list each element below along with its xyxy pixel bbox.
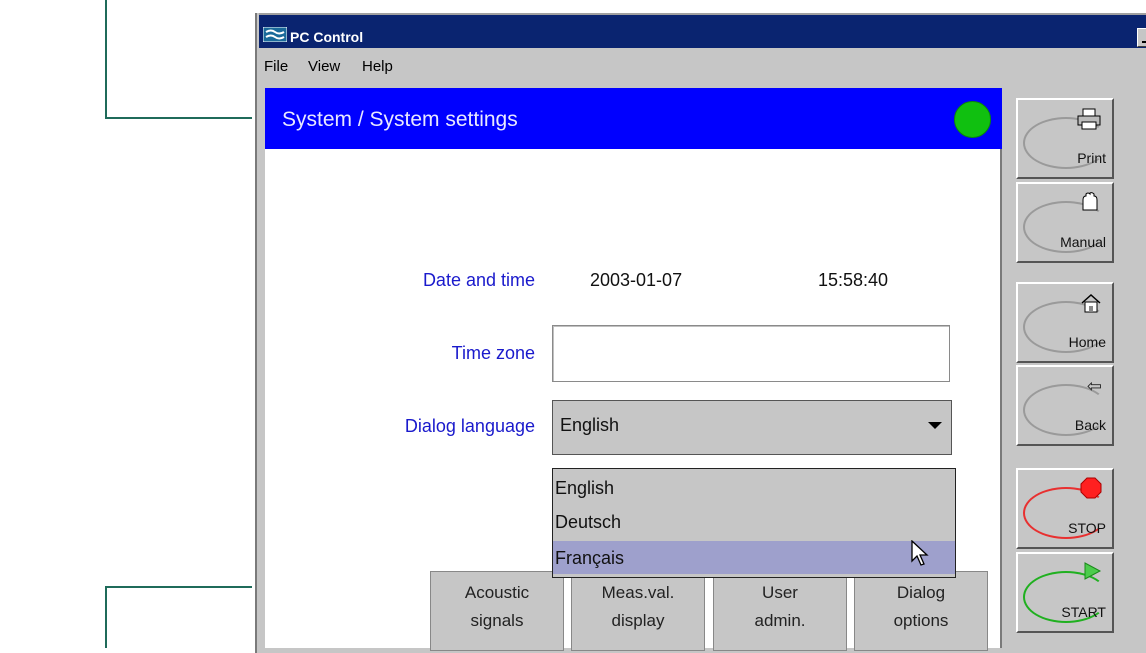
acoustic-signals-line1: Acoustic bbox=[464, 583, 530, 602]
meas-val-display-line1: Meas.val. bbox=[601, 583, 675, 602]
dialog-options-line1: Dialog bbox=[896, 583, 946, 602]
mouse-cursor-icon bbox=[911, 540, 929, 566]
window-title: PC Control bbox=[290, 29, 364, 45]
user-admin-button[interactable]: User admin. bbox=[713, 571, 847, 651]
acoustic-signals-button[interactable]: Acoustic signals bbox=[430, 571, 564, 651]
time-zone-label: Time zone bbox=[451, 343, 535, 363]
dialog-language-label: Dialog language bbox=[404, 416, 535, 436]
language-option-deutsch[interactable]: Deutsch bbox=[553, 505, 955, 538]
language-option-english[interactable]: English bbox=[553, 471, 955, 504]
menu-file[interactable]: File bbox=[264, 58, 288, 75]
meas-val-display-line2: display bbox=[611, 611, 665, 630]
date-value: 2003-01-07 bbox=[590, 270, 683, 290]
home-icon bbox=[1081, 293, 1101, 313]
menu-view[interactable]: View bbox=[308, 58, 340, 75]
start-label: START bbox=[1061, 604, 1106, 620]
user-admin-line2: admin. bbox=[754, 611, 806, 630]
back-button[interactable]: ⇦ Back bbox=[1016, 365, 1114, 446]
start-button[interactable]: START bbox=[1016, 552, 1114, 633]
dialog-options-line2: options bbox=[893, 611, 949, 630]
print-button[interactable]: Print bbox=[1016, 98, 1114, 179]
hand-icon bbox=[1082, 192, 1098, 211]
stop-label: STOP bbox=[1068, 520, 1106, 536]
home-label: Home bbox=[1068, 334, 1106, 350]
language-option-francais[interactable]: Français bbox=[553, 541, 955, 574]
minimize-button[interactable] bbox=[1137, 28, 1146, 47]
stop-icon bbox=[1080, 477, 1102, 499]
dialog-language-select[interactable]: English bbox=[552, 400, 952, 455]
home-button[interactable]: Home bbox=[1016, 282, 1114, 363]
callout-line-bottom bbox=[105, 586, 252, 648]
time-value: 15:58:40 bbox=[818, 270, 889, 290]
main-panel: System / System settings Date and time 2… bbox=[265, 88, 1002, 651]
date-time-label: Date and time bbox=[422, 270, 535, 290]
back-label: Back bbox=[1074, 417, 1106, 433]
callout-line-top bbox=[105, 0, 252, 119]
time-zone-input[interactable] bbox=[552, 325, 950, 382]
sidebar: Print Manual Home ⇦ Back STOP START bbox=[1007, 88, 1117, 648]
language-dropdown-list: English Deutsch Français bbox=[552, 468, 956, 578]
app-window: PC Control File View Help System / Syste… bbox=[255, 13, 1146, 653]
manual-button[interactable]: Manual bbox=[1016, 182, 1114, 263]
menu-bar: File View Help bbox=[259, 48, 1146, 88]
printer-icon bbox=[1077, 108, 1101, 130]
print-label: Print bbox=[1077, 150, 1106, 166]
manual-label: Manual bbox=[1060, 234, 1106, 250]
meas-val-display-button[interactable]: Meas.val. display bbox=[571, 571, 705, 651]
dialog-options-button[interactable]: Dialog options bbox=[854, 571, 988, 651]
dropdown-arrow-icon[interactable] bbox=[928, 422, 942, 429]
page-header: System / System settings bbox=[265, 88, 1002, 149]
play-icon bbox=[1084, 562, 1102, 580]
title-bar: PC Control bbox=[259, 13, 1146, 48]
stop-button[interactable]: STOP bbox=[1016, 468, 1114, 549]
app-logo-icon bbox=[263, 27, 287, 42]
acoustic-signals-line2: signals bbox=[470, 611, 524, 630]
menu-help[interactable]: Help bbox=[362, 58, 393, 75]
back-arrow-icon: ⇦ bbox=[1086, 376, 1102, 396]
selected-language: English bbox=[560, 415, 620, 435]
status-indicator bbox=[954, 101, 991, 138]
page-title: System / System settings bbox=[282, 108, 518, 131]
user-admin-line1: User bbox=[762, 583, 798, 602]
